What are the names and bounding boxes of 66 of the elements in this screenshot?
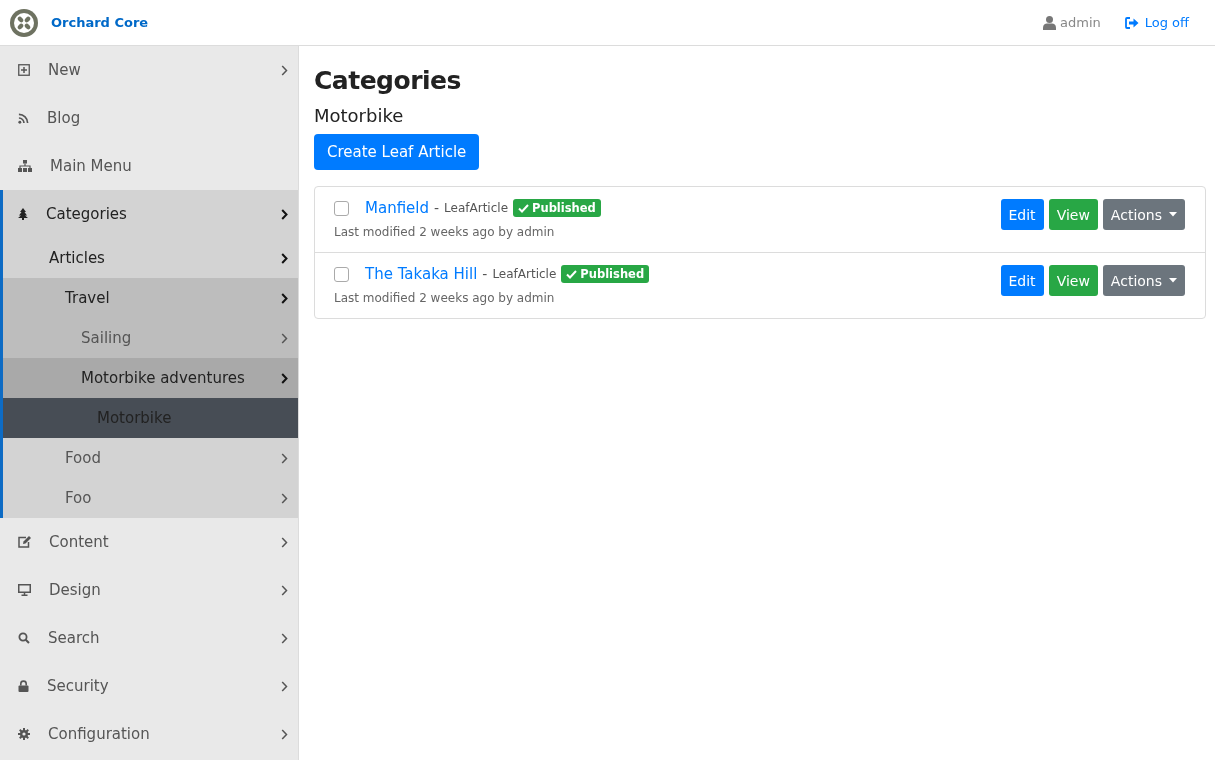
rss-icon (18, 112, 29, 124)
actions-button[interactable]: Actions (1102, 265, 1185, 296)
separator-text: - (434, 200, 440, 216)
monitor-icon (18, 584, 31, 596)
logo-icon (10, 8, 38, 37)
chevron-right-icon (281, 584, 288, 596)
page-title: Categories (314, 66, 462, 95)
user-name[interactable]: admin (1060, 15, 1101, 30)
menu-item[interactable]: Content (0, 518, 298, 566)
menu-item[interactable]: Configuration (0, 710, 298, 758)
tree-icon (18, 208, 28, 220)
edit-icon (18, 536, 31, 548)
brand-link[interactable]: Orchard Core (51, 15, 149, 30)
item-title-link[interactable]: The Takaka Hill (365, 265, 478, 283)
user-icon (1043, 15, 1056, 30)
modified-info: Last modified 2 weeks ago by admin (334, 291, 556, 305)
edit-button[interactable]: Edit (1000, 199, 1044, 230)
menu-item[interactable]: Travel (0, 278, 298, 318)
modified-info: Last modified 2 weeks ago by admin (334, 225, 556, 239)
menu-item[interactable]: Food (0, 438, 298, 478)
menu-item[interactable]: Search (0, 614, 298, 662)
search-icon (18, 632, 30, 644)
checkbox[interactable] (334, 200, 349, 216)
menu-item[interactable]: Security (0, 662, 298, 710)
menu-item[interactable]: Foo (0, 478, 298, 518)
status-badge: Published (513, 199, 601, 217)
separator-text: - (482, 266, 488, 282)
chevron-right-icon (281, 64, 288, 76)
caret-down-icon (1169, 278, 1177, 283)
chevron-right-icon (281, 208, 288, 220)
chevron-right-icon (281, 252, 288, 264)
chevron-right-icon (281, 292, 288, 304)
menu-item[interactable]: New (0, 46, 298, 94)
content-type-label: LeafArticle (492, 267, 557, 281)
item-title-link[interactable]: Manfield (365, 199, 429, 217)
gear-icon (18, 728, 30, 740)
menu-item[interactable]: Articles (0, 238, 298, 278)
status-badge: Published (561, 265, 650, 283)
sitemap-icon (18, 160, 32, 172)
create-leaf-article-button[interactable]: Create Leaf Article (314, 134, 480, 170)
menu-item[interactable]: Categories (0, 190, 298, 238)
chevron-right-icon (281, 728, 288, 740)
chevron-right-icon (281, 372, 288, 384)
chevron-right-icon (281, 332, 288, 344)
menu-item[interactable]: Blog (0, 94, 298, 142)
menu-item[interactable]: Main Menu (0, 142, 298, 190)
log-off-link[interactable]: Log off (1124, 15, 1189, 30)
lock-icon (18, 680, 29, 692)
sign-out-icon (1124, 16, 1139, 29)
menu-item[interactable]: Sailing (0, 318, 298, 358)
plus-square-icon (18, 64, 30, 76)
menu-item[interactable]: Motorbike adventures (0, 358, 298, 398)
chevron-right-icon (281, 452, 288, 464)
page-subtitle: Motorbike (314, 105, 405, 126)
actions-button[interactable]: Actions (1102, 199, 1185, 230)
menu-item[interactable]: Design (0, 566, 298, 614)
edit-button[interactable]: Edit (1000, 265, 1044, 296)
caret-down-icon (1169, 212, 1177, 217)
checkbox[interactable] (334, 266, 349, 282)
view-button[interactable]: View (1048, 265, 1098, 296)
view-button[interactable]: View (1048, 199, 1098, 230)
chevron-right-icon (281, 536, 288, 548)
chevron-right-icon (281, 492, 288, 504)
chevron-right-icon (281, 632, 288, 644)
chevron-right-icon (281, 680, 288, 692)
content-type-label: LeafArticle (444, 201, 508, 215)
